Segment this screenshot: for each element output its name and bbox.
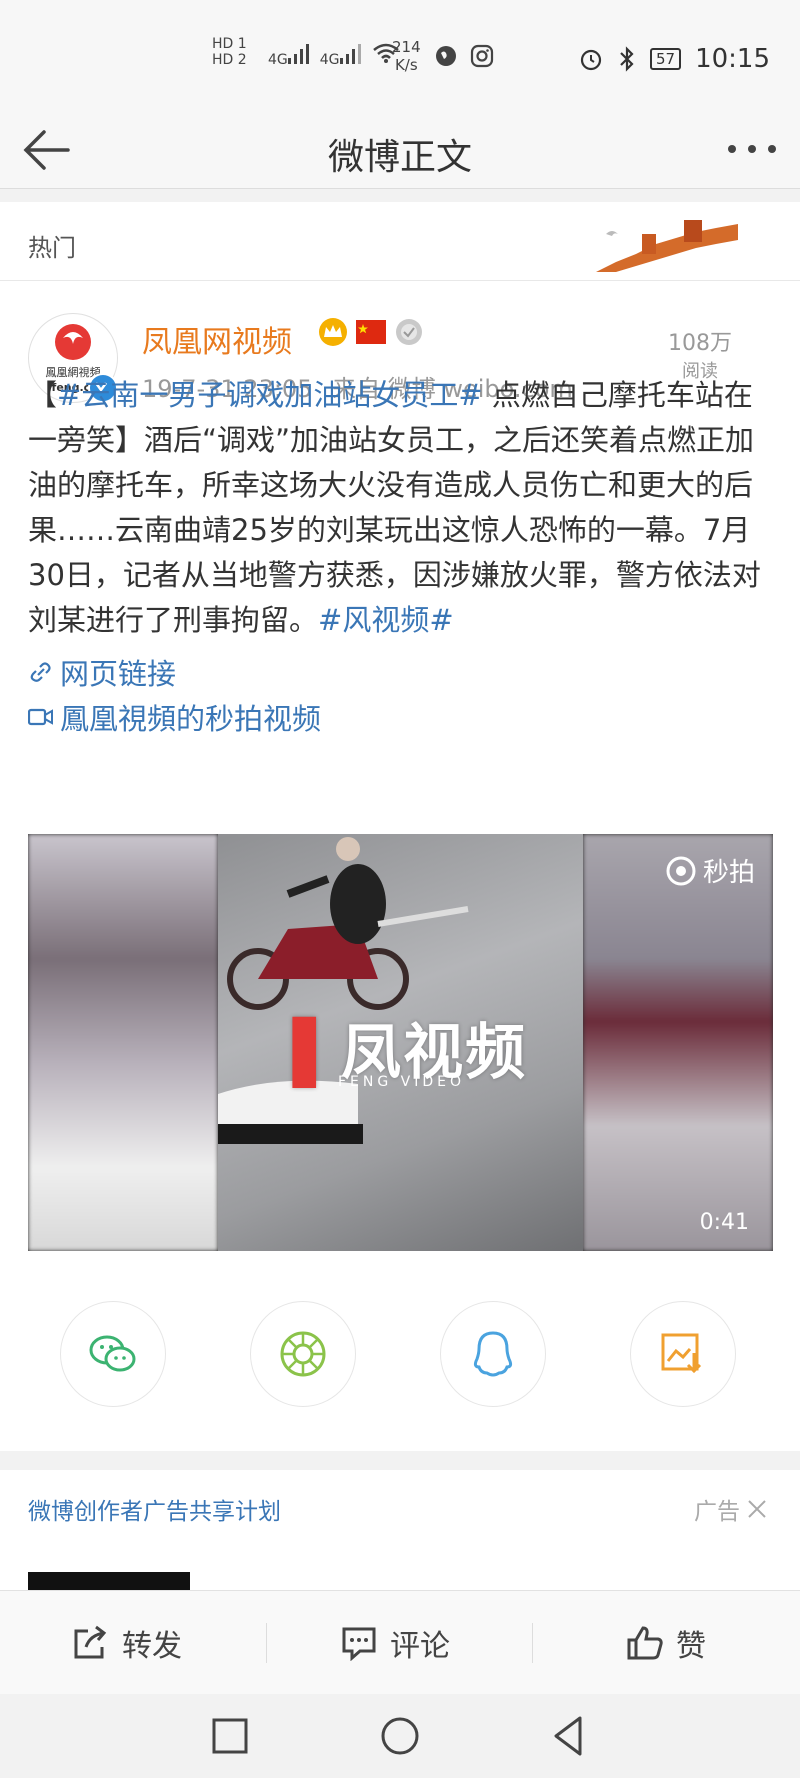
post-body: 点燃自己摩托车站在一旁笑】酒后“调戏”加油站女员工，之后还笑着点燃正加油的摩托车…: [28, 378, 761, 637]
bluetooth-icon: [620, 46, 634, 72]
web-link[interactable]: 网页链接: [28, 651, 176, 693]
network-speed: 214 K/s: [392, 38, 421, 74]
hashtag-link[interactable]: #风视频#: [318, 603, 454, 637]
hashtag-link[interactable]: #云南一男子调戏加油站女员工#: [57, 378, 483, 412]
signal-1-icon: 4G: [268, 43, 310, 68]
post-text: 【#云南一男子调戏加油站女员工# 点燃自己摩托车站在一旁笑】酒后“调戏”加油站女…: [28, 378, 761, 637]
miaopai-logo: 秒拍: [665, 852, 755, 889]
instagram-icon: [470, 44, 494, 68]
signal-icons: 4G 4G: [268, 42, 400, 69]
signal-2-icon: 4G: [320, 43, 362, 68]
ad-label[interactable]: 广告: [694, 1492, 768, 1526]
great-wall-decoration-icon: [596, 220, 738, 272]
repost-button[interactable]: 转发: [72, 1591, 182, 1695]
thumbs-up-icon: [627, 1626, 663, 1660]
author-name[interactable]: 凤凰网视频: [142, 317, 292, 361]
back-triangle-icon[interactable]: [544, 1710, 596, 1762]
moments-icon: [280, 1331, 326, 1377]
hot-section-header: 热门: [0, 202, 800, 281]
crown-badge-icon[interactable]: [318, 317, 348, 347]
status-bar: HD 1 HD 2 4G 4G 214 K/s 57 10:15: [0, 0, 800, 110]
hot-label: 热门: [28, 234, 76, 262]
share-moments-button[interactable]: [250, 1301, 356, 1407]
hd2-label: HD 2: [212, 52, 247, 68]
video-blur-left: [28, 834, 218, 1251]
app-icons: [434, 44, 494, 68]
repost-icon: [74, 1625, 107, 1659]
medal-badge-icon[interactable]: [394, 317, 424, 347]
share-wechat-button[interactable]: [60, 1301, 166, 1407]
page-title: 微博正文: [327, 137, 472, 178]
recent-apps-icon[interactable]: [204, 1710, 256, 1762]
video-camera-icon: [28, 708, 53, 726]
ad-title[interactable]: 微博创作者广告共享计划: [28, 1492, 281, 1526]
close-icon[interactable]: [746, 1498, 768, 1520]
save-image-icon: [661, 1333, 702, 1374]
read-count-value: 108万: [668, 331, 732, 356]
like-button[interactable]: 赞: [626, 1591, 706, 1695]
author-badges: [318, 317, 424, 347]
globe-icon: [436, 46, 456, 66]
video-blur-right: [583, 834, 773, 1251]
hd1-label: HD 1: [212, 36, 247, 52]
post-action-bar: 转发 评论 赞: [0, 1590, 800, 1695]
video-link[interactable]: 鳳凰視頻的秒拍视频: [28, 696, 321, 738]
comment-icon: [342, 1627, 376, 1661]
qq-icon: [473, 1331, 513, 1377]
more-options-icon[interactable]: [722, 124, 782, 174]
alarm-icon: [580, 49, 602, 71]
share-qq-button[interactable]: [440, 1301, 546, 1407]
post-card: 鳳凰網視頻 ifeng.c 凤凰网视频 19-7-31 23:05 来自 微博 …: [0, 281, 800, 1451]
battery-indicator: 57: [649, 48, 682, 70]
system-nav-bar: [0, 1694, 800, 1778]
video-duration: 0:41: [699, 1210, 749, 1235]
title-bar: 微博正文: [0, 110, 800, 189]
hd-indicator: HD 1 HD 2: [212, 36, 247, 68]
china-flag-icon[interactable]: [356, 320, 386, 344]
share-row: [0, 1301, 800, 1411]
wechat-icon: [89, 1335, 136, 1372]
comment-button[interactable]: 评论: [340, 1591, 450, 1695]
clock: 10:15: [695, 44, 770, 74]
divider: [532, 1623, 533, 1663]
link-icon: [30, 662, 51, 682]
video-player[interactable]: ▌凤视频 FENG VIDEO 秒拍 0:41: [28, 834, 773, 1251]
miaopai-icon: [666, 856, 696, 885]
feng-video-watermark-sub: FENG VIDEO: [338, 1074, 466, 1090]
divider: [266, 1623, 267, 1663]
status-right: 57 10:15: [578, 44, 770, 74]
save-image-button[interactable]: [630, 1301, 736, 1407]
home-icon[interactable]: [374, 1710, 426, 1762]
